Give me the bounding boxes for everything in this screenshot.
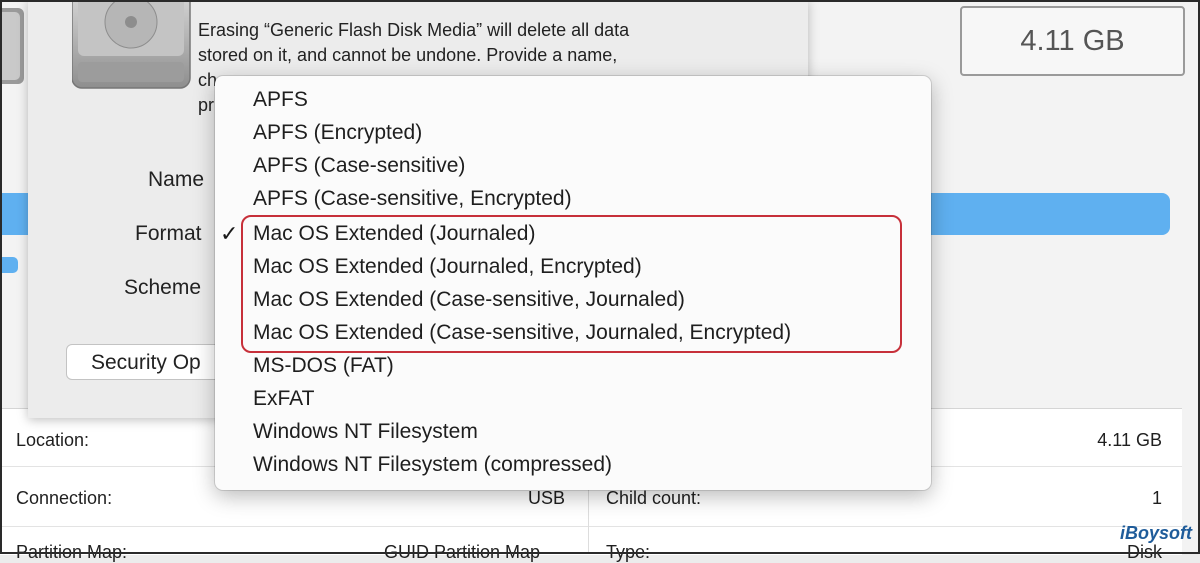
capacity-value: 4.11 GB: [1097, 430, 1162, 450]
checkmark-icon: ✓: [220, 221, 239, 246]
menu-item-apfs[interactable]: APFS: [253, 85, 308, 115]
description-line: Erasing “Generic Flash Disk Media” will …: [198, 20, 630, 40]
scheme-label: Scheme: [124, 276, 202, 299]
type-value: Disk: [1127, 542, 1162, 562]
description-line: stored on it, and cannot be undone. Prov…: [198, 45, 618, 65]
location-label: Location:: [16, 430, 90, 450]
menu-item-windows-nt-filesystem[interactable]: Windows NT Filesystem: [253, 417, 478, 447]
name-label: Name: [148, 168, 205, 191]
partition-map-value: GUID Partition Map: [384, 542, 541, 562]
child-count-label: Child count:: [606, 488, 702, 508]
menu-item-ms-dos-fat[interactable]: MS-DOS (FAT): [253, 351, 394, 381]
mac-os-extended-highlight: [241, 215, 902, 353]
used-space-indicator: [0, 257, 18, 273]
connection-label: Connection:: [16, 488, 113, 508]
menu-item-apfs-case-sensitive[interactable]: APFS (Case-sensitive): [253, 151, 465, 181]
menu-item-apfs-case-sensitive-encrypted[interactable]: APFS (Case-sensitive, Encrypted): [253, 184, 572, 214]
menu-item-apfs-encrypted[interactable]: APFS (Encrypted): [253, 118, 422, 148]
iboysoft-watermark: iBoysoft: [1120, 523, 1192, 543]
child-count-value: 1: [1151, 488, 1162, 508]
hard-disk-icon: [72, 0, 191, 89]
connection-value: USB: [528, 488, 566, 508]
capacity-display: 4.11 GB: [960, 6, 1185, 76]
format-label: Format: [135, 222, 202, 245]
partition-map-label: Partition Map:: [16, 542, 128, 562]
type-label: Type:: [606, 542, 651, 562]
menu-item-windows-nt-filesystem-compressed[interactable]: Windows NT Filesystem (compressed): [253, 450, 612, 480]
menu-item-exfat[interactable]: ExFAT: [253, 384, 314, 414]
row-divider: [0, 526, 1182, 527]
sidebar-disk-icon: [0, 8, 24, 84]
